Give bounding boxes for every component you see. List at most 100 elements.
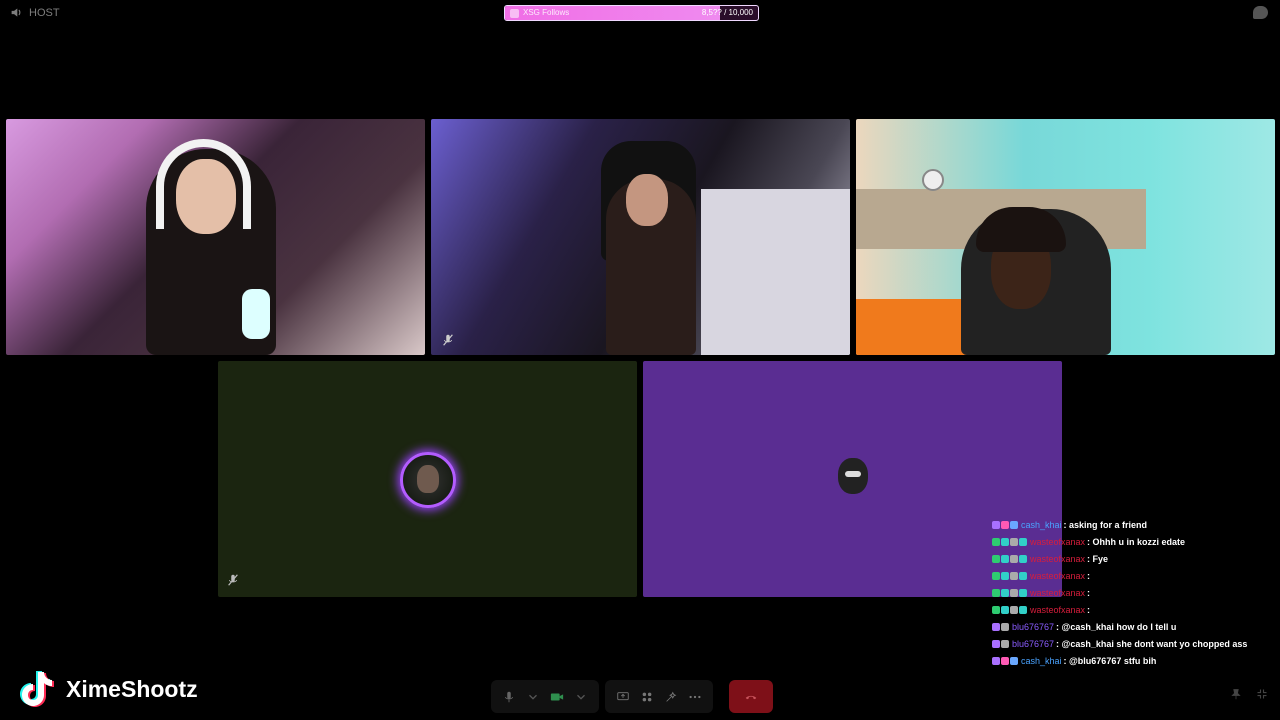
- badge-icon: [1001, 520, 1009, 529]
- face-shape: [626, 174, 668, 226]
- chat-message: wasteofxanax:: [992, 567, 1277, 584]
- camera-button[interactable]: [549, 689, 565, 705]
- chat-text: : Fye: [1087, 553, 1109, 564]
- badge-icon: [992, 639, 1000, 648]
- badge-icon: [992, 571, 1000, 580]
- chat-overlay: cash_khai: asking for a friend wasteofxan…: [992, 516, 1277, 669]
- badge-icon: [1001, 571, 1009, 580]
- camera-icon: [550, 693, 564, 700]
- follow-goal-bar: XSG Follows 8,5?? / 10,000: [504, 5, 759, 21]
- chat-text: :: [1087, 604, 1091, 615]
- badge-icon: [1019, 605, 1027, 614]
- pin-icon[interactable]: [1230, 688, 1242, 700]
- badge-icon: [1001, 622, 1009, 631]
- media-controls: [491, 680, 599, 713]
- avatar: [838, 458, 868, 494]
- badge-icon: [1001, 537, 1009, 546]
- screen-share-icon: [617, 691, 629, 700]
- participant-video-3[interactable]: [856, 119, 1275, 355]
- participant-video-1[interactable]: [6, 119, 425, 355]
- badge-icon: [1010, 554, 1018, 563]
- chat-message: blu676767: @cash_khai she dont want yo c…: [992, 635, 1277, 652]
- mic-muted-icon: [228, 574, 238, 586]
- badge-icon: [992, 554, 1000, 563]
- chat-text: : Ohhh u in kozzi edate: [1087, 536, 1186, 547]
- chat-badges: [992, 656, 1018, 665]
- chat-message: cash_khai: asking for a friend: [992, 516, 1277, 533]
- badge-icon: [992, 656, 1000, 665]
- chat-message: blu676767: @cash_khai how do I tell u: [992, 618, 1277, 635]
- host-label: HOST: [29, 6, 60, 19]
- mic-options-button[interactable]: [525, 689, 541, 705]
- speaker-icon: [11, 8, 21, 17]
- clock-icon: [922, 169, 944, 191]
- chat-username[interactable]: wasteofxanax: [1030, 554, 1085, 564]
- participant-audio-1[interactable]: [218, 361, 637, 597]
- badge-icon: [1019, 571, 1027, 580]
- badge-icon: [1010, 588, 1018, 597]
- effects-button[interactable]: [663, 689, 679, 705]
- chat-text: : @cash_khai she dont want yo chopped as…: [1056, 638, 1248, 649]
- badge-icon: [1001, 588, 1009, 597]
- badge-icon: [1010, 656, 1018, 665]
- participant-video-2[interactable]: [431, 119, 850, 355]
- chevron-down-icon: [577, 694, 585, 700]
- chat-username[interactable]: cash_khai: [1021, 520, 1062, 530]
- chat-text: :: [1087, 570, 1091, 581]
- apps-icon: [642, 692, 652, 701]
- badge-icon: [1001, 656, 1009, 665]
- chevron-down-icon: [529, 694, 537, 700]
- chat-username[interactable]: cash_khai: [1021, 656, 1062, 666]
- end-call-button[interactable]: [729, 680, 773, 713]
- microphone-shape: [242, 289, 270, 339]
- end-call-icon: [745, 695, 757, 699]
- badge-icon: [992, 537, 1000, 546]
- chat-username[interactable]: wasteofxanax: [1030, 605, 1085, 615]
- badge-icon: [1010, 571, 1018, 580]
- more-icon: [689, 695, 701, 698]
- mic-muted-icon: [443, 334, 453, 346]
- badge-icon: [1019, 588, 1027, 597]
- apps-button[interactable]: [639, 689, 655, 705]
- screen-share-button[interactable]: [615, 689, 631, 705]
- microphone-icon: [505, 691, 513, 702]
- badge-icon: [1010, 605, 1018, 614]
- chat-message: cash_khai: @blu676767 stfu bih: [992, 652, 1277, 669]
- host-indicator: HOST: [10, 6, 60, 19]
- chat-badges: [992, 639, 1009, 648]
- chat-username[interactable]: wasteofxanax: [1030, 537, 1085, 547]
- badge-icon: [992, 520, 1000, 529]
- chat-username[interactable]: wasteofxanax: [1030, 571, 1085, 581]
- collapse-icon[interactable]: [1256, 688, 1268, 700]
- chat-badges: [992, 605, 1027, 614]
- effects-icon: [666, 691, 677, 702]
- chat-text: : @cash_khai how do I tell u: [1056, 621, 1177, 632]
- chat-username[interactable]: wasteofxanax: [1030, 588, 1085, 598]
- badge-icon: [1001, 639, 1009, 648]
- more-button[interactable]: [687, 689, 703, 705]
- chat-username[interactable]: blu676767: [1012, 622, 1054, 632]
- badge-icon: [992, 588, 1000, 597]
- streamer-brand: XimeShootz: [18, 670, 198, 708]
- chat-badges: [992, 571, 1027, 580]
- bed-shape: [701, 189, 850, 355]
- action-controls: [605, 680, 713, 713]
- chat-badges: [992, 588, 1027, 597]
- goal-count: 8,5?? / 10,000: [701, 8, 753, 17]
- chat-message: wasteofxanax:: [992, 601, 1277, 618]
- microphone-button[interactable]: [501, 689, 517, 705]
- chat-badges: [992, 520, 1018, 529]
- chat-bubble-icon[interactable]: [1253, 6, 1268, 19]
- badge-icon: [992, 622, 1000, 631]
- camera-options-button[interactable]: [573, 689, 589, 705]
- tiktok-icon: [20, 671, 54, 707]
- badge-icon: [992, 605, 1000, 614]
- avatar: [400, 452, 456, 508]
- chat-text: :: [1087, 587, 1091, 598]
- chat-text: : asking for a friend: [1063, 519, 1148, 530]
- badge-icon: [1001, 554, 1009, 563]
- chat-badges: [992, 622, 1009, 631]
- chat-username[interactable]: blu676767: [1012, 639, 1054, 649]
- chat-badges: [992, 554, 1027, 563]
- streamer-name: XimeShootz: [66, 675, 198, 702]
